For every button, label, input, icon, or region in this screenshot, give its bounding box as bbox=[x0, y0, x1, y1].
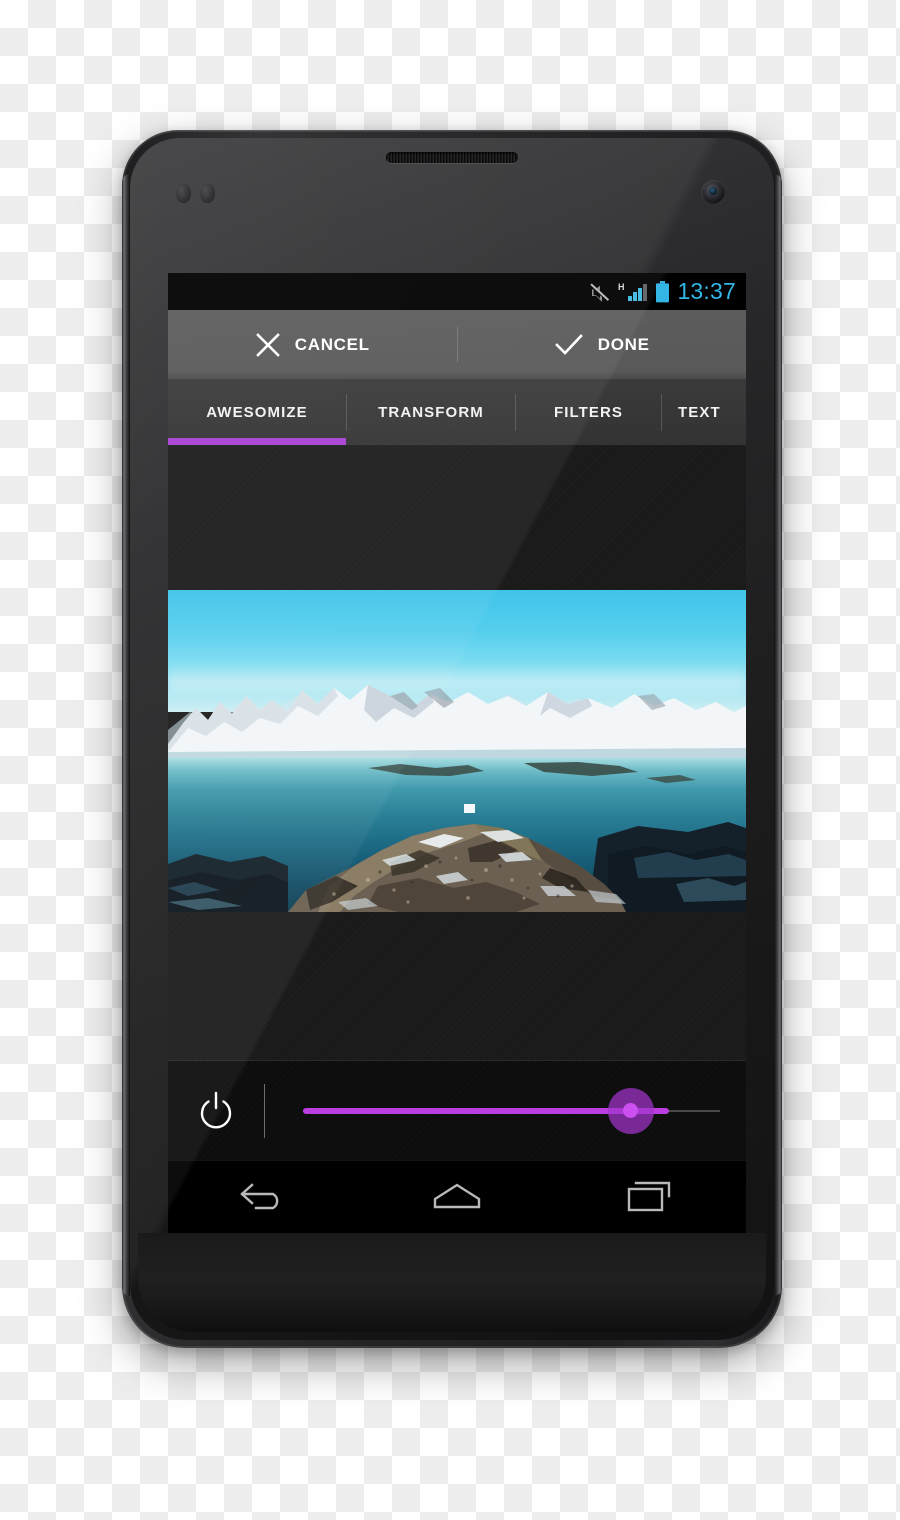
tab-transform-label: TRANSFORM bbox=[378, 404, 484, 421]
back-arrow-icon bbox=[240, 1183, 279, 1210]
done-button[interactable]: DONE bbox=[458, 310, 747, 379]
check-icon bbox=[554, 333, 583, 355]
arctic-landscape-photo[interactable] bbox=[168, 590, 746, 912]
tab-awesomize[interactable]: AWESOMIZE bbox=[168, 380, 346, 445]
tab-transform[interactable]: TRANSFORM bbox=[347, 380, 515, 445]
signal-hspa-icon: H bbox=[618, 282, 648, 301]
speaker-grille-icon bbox=[386, 152, 518, 163]
slider-thumb[interactable] bbox=[607, 1087, 654, 1134]
active-tab-indicator bbox=[168, 438, 346, 445]
phone-screen: H 13:37 CANCEL DONE AWESOMIZE TRANSFORM … bbox=[168, 273, 746, 1233]
tab-filters[interactable]: FILTERS bbox=[516, 380, 661, 445]
intensity-slider[interactable] bbox=[265, 1061, 746, 1161]
action-bar: CANCEL DONE bbox=[168, 310, 746, 380]
tab-text[interactable]: TEXT bbox=[662, 380, 746, 445]
navigation-bar bbox=[168, 1160, 746, 1233]
photo-mountain-range bbox=[168, 685, 746, 764]
proximity-sensor-icon bbox=[176, 184, 215, 203]
editor-canvas[interactable] bbox=[168, 446, 746, 1060]
tab-filters-label: FILTERS bbox=[553, 404, 624, 421]
device-front-glass: H 13:37 CANCEL DONE AWESOMIZE TRANSFORM … bbox=[130, 138, 774, 1340]
android-smartphone: H 13:37 CANCEL DONE AWESOMIZE TRANSFORM … bbox=[122, 130, 782, 1348]
battery-icon bbox=[656, 280, 670, 302]
device-right-rail bbox=[774, 174, 782, 1296]
recents-icon bbox=[627, 1181, 670, 1212]
device-bottom-chin bbox=[138, 1233, 766, 1332]
status-bar-clock: 13:37 bbox=[677, 278, 736, 304]
adjustment-slider-bar bbox=[168, 1060, 746, 1160]
tab-bar: AWESOMIZE TRANSFORM FILTERS TEXT bbox=[168, 380, 746, 446]
tab-awesomize-label: AWESOMIZE bbox=[206, 404, 308, 421]
device-left-rail bbox=[122, 174, 130, 1296]
effect-toggle-button[interactable] bbox=[168, 1089, 264, 1133]
close-icon bbox=[255, 332, 280, 357]
cancel-button[interactable]: CANCEL bbox=[168, 310, 457, 379]
home-icon bbox=[433, 1183, 481, 1209]
cancel-label: CANCEL bbox=[294, 334, 370, 354]
recents-button[interactable] bbox=[595, 1161, 705, 1234]
front-camera-icon bbox=[701, 180, 726, 205]
silent-mode-icon bbox=[590, 282, 610, 302]
action-bar-divider bbox=[456, 327, 458, 362]
status-bar: H 13:37 bbox=[168, 273, 746, 310]
home-button[interactable] bbox=[402, 1161, 512, 1234]
back-button[interactable] bbox=[209, 1161, 319, 1234]
tab-text-label: TEXT bbox=[678, 404, 721, 421]
done-label: DONE bbox=[597, 334, 650, 354]
power-icon bbox=[200, 1091, 232, 1129]
photo-rock-formation bbox=[168, 762, 746, 912]
svg-text:H: H bbox=[618, 282, 625, 292]
